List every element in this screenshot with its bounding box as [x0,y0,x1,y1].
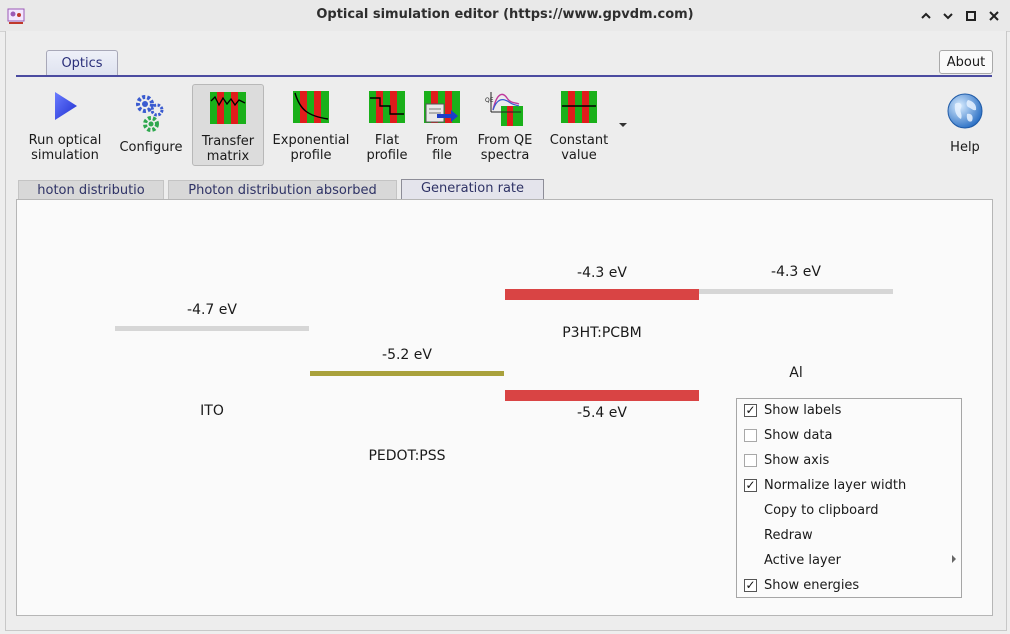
transfer-matrix-icon [210,92,246,124]
button-label: Help [950,140,980,155]
checkbox[interactable] [744,429,757,442]
flat-profile-icon [369,91,405,123]
qe-spectra-icon: QE [485,92,523,126]
button-label-line1: Flat [374,133,400,148]
menu-item-label: Show axis [764,453,830,468]
gears-icon [136,95,164,132]
from-file-button[interactable]: From file [420,84,464,166]
button-label-line1: From QE [477,133,533,148]
menu-item-label: Copy to clipboard [764,503,879,518]
play-icon [55,92,77,120]
checkbox[interactable]: ✓ [744,404,757,417]
menu-item-label: Show labels [764,403,842,418]
exponential-profile-icon [293,91,329,123]
button-label-line2: profile [290,148,332,163]
close-button[interactable] [984,6,1004,26]
tab-generation-rate[interactable]: Generation rate [401,179,544,201]
menu-item-label: Normalize layer width [764,478,907,493]
window-title: Optical simulation editor (https://www.g… [316,7,694,22]
p3ht-lumo-label: -4.3 eV [577,265,627,281]
menu-item-label: Redraw [764,528,813,543]
tab-photon-distribution-absorbed[interactable]: Photon distribution absorbed [168,180,397,201]
button-label-line2: profile [366,148,408,163]
chevron-right-icon [952,555,956,563]
exponential-profile-button[interactable]: Exponential profile [270,84,352,166]
chevron-down-icon [943,13,953,20]
chevron-up-icon [921,12,931,19]
from-qe-spectra-button[interactable]: QE From QE spectra [472,84,538,166]
menu-item-show-axis[interactable]: Show axis [737,449,961,474]
from-file-icon [424,91,460,123]
flat-profile-button[interactable]: Flat profile [364,84,410,166]
configure-button[interactable]: Configure [114,84,188,166]
close-icon [989,11,999,21]
button-label-line1: From [425,133,459,148]
menu-item-show-labels[interactable]: ✓ Show labels [737,399,961,424]
toolbar-overflow-button[interactable] [618,118,628,132]
menu-item-active-layer[interactable]: Active layer [737,549,961,574]
pedot-energy-level [310,371,504,376]
chevron-down-icon [619,123,627,127]
menu-item-label: Show energies [764,578,860,593]
maximize-icon [966,11,976,21]
checkbox[interactable]: ✓ [744,479,757,492]
button-label-line1: Constant [549,133,609,148]
menu-item-redraw[interactable]: Redraw [737,524,961,549]
p3ht-layer-name: P3HT:PCBM [562,325,642,341]
ito-layer-name: ITO [200,403,224,419]
minimize-button[interactable] [938,6,958,26]
maximize-button[interactable] [961,6,981,26]
button-label-line1: Exponential [272,133,350,148]
button-label: Configure [119,140,183,155]
menu-item-copy-to-clipboard[interactable]: Copy to clipboard [737,499,961,524]
constant-value-button[interactable]: Constant value [546,84,612,166]
context-menu: ✓ Show labels Show data Show axis ✓ Normalize… [736,398,962,598]
p3ht-homo-label: -5.4 eV [577,405,627,421]
menu-item-label: Active layer [764,553,841,568]
help-button[interactable]: Help [938,84,992,166]
collapse-button[interactable] [916,6,936,26]
tab-photon-distribution[interactable]: hoton distributio [18,180,164,201]
ito-energy-level [115,326,309,331]
menu-item-show-energies[interactable]: ✓ Show energies [737,574,961,599]
globe-icon [947,93,983,129]
ribbon-divider [16,75,992,77]
ribbon-tab-optics[interactable]: Optics [46,50,118,75]
svg-text:QE: QE [485,97,494,104]
menu-item-normalize-layer-width[interactable]: ✓ Normalize layer width [737,474,961,499]
al-energy-level [699,289,893,294]
button-label-line1: Transfer [201,134,255,149]
button-label-line2: value [561,148,597,163]
menu-item-show-data[interactable]: Show data [737,424,961,449]
button-label-line2: matrix [206,149,250,164]
title-bar: Optical simulation editor (https://www.g… [0,0,1010,32]
button-label-line2: simulation [31,148,99,163]
pedot-energy-label: -5.2 eV [382,347,432,363]
about-button[interactable]: About [939,50,993,74]
button-label-line2: spectra [480,148,530,163]
p3ht-lumo-level [505,289,699,300]
ito-energy-label: -4.7 eV [187,302,237,318]
al-energy-label: -4.3 eV [771,264,821,280]
checkbox[interactable]: ✓ [744,579,757,592]
checkbox[interactable] [744,454,757,467]
button-label-line2: file [432,148,452,163]
transfer-matrix-button[interactable]: Transfer matrix [192,84,264,166]
al-layer-name: Al [789,365,803,381]
run-optical-simulation-button[interactable]: Run optical simulation [24,84,106,166]
button-label-line1: Run optical [28,133,102,148]
constant-value-icon [561,91,597,123]
menu-item-label: Show data [764,428,833,443]
p3ht-homo-level [505,390,699,401]
pedot-layer-name: PEDOT:PSS [368,448,446,464]
